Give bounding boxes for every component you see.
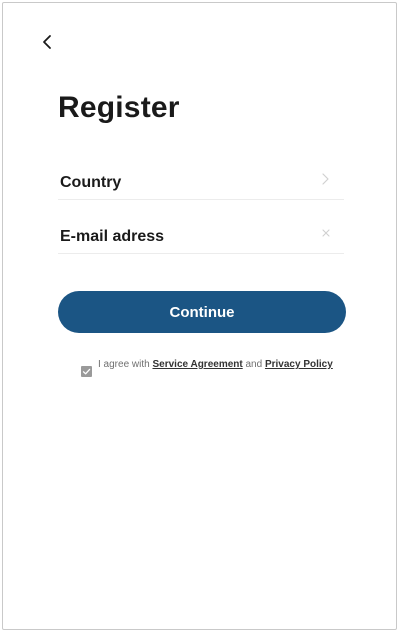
agreement-text: I agree with Service Agreement and Priva… xyxy=(98,359,350,371)
continue-button[interactable]: Continue xyxy=(58,291,346,333)
agreement-checkbox[interactable] xyxy=(81,366,92,377)
close-icon xyxy=(322,229,330,237)
agreement-prefix: I agree with xyxy=(98,359,153,370)
chevron-right-icon xyxy=(322,173,329,185)
back-button[interactable] xyxy=(37,31,59,53)
clear-email-button[interactable] xyxy=(320,226,332,238)
agreement-conjunction: and xyxy=(242,359,265,370)
email-field-row xyxy=(58,220,344,254)
chevron-left-icon xyxy=(43,35,51,49)
email-input[interactable] xyxy=(60,226,310,248)
service-agreement-link[interactable]: Service Agreement xyxy=(152,359,242,370)
checkmark-icon xyxy=(82,368,91,375)
page-title: Register xyxy=(58,91,180,124)
country-selector[interactable]: Country xyxy=(58,166,344,200)
country-label: Country xyxy=(60,174,122,191)
register-screen: Register Country Continue I agree with S… xyxy=(2,2,397,630)
privacy-policy-link[interactable]: Privacy Policy xyxy=(265,359,333,370)
